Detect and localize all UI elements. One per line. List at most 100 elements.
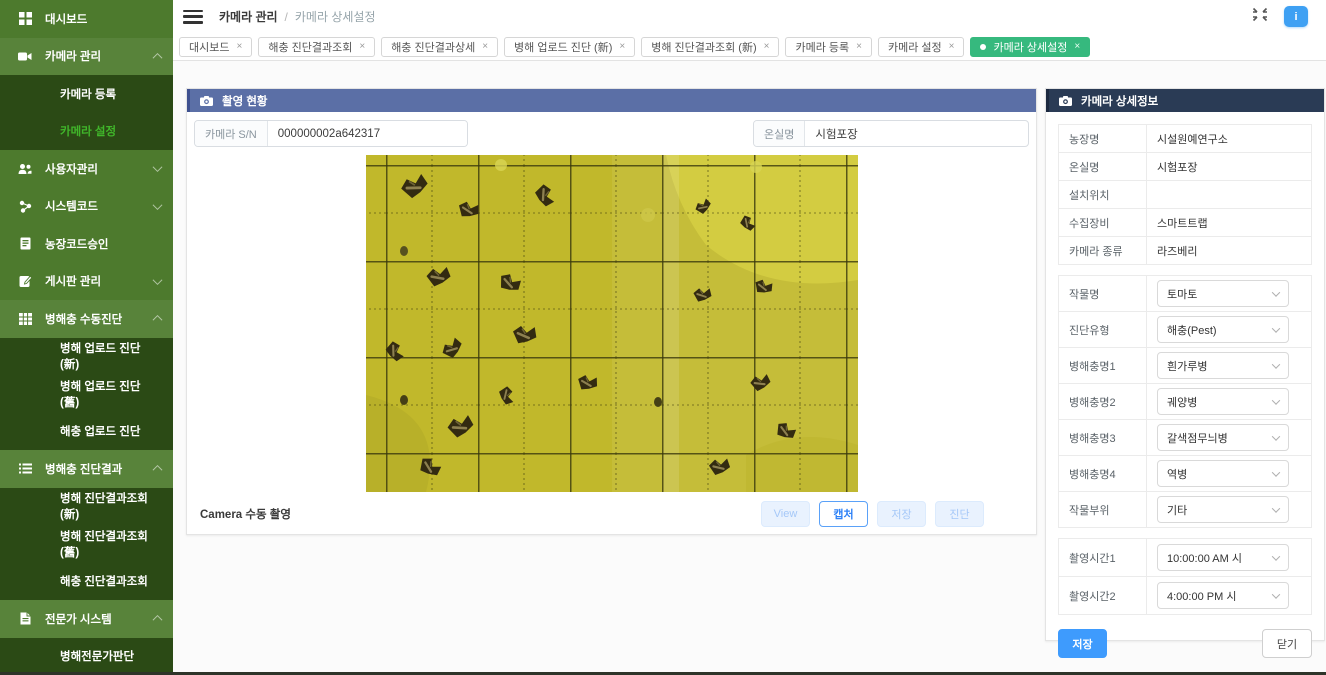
save-capture-button[interactable]: 저장 (877, 501, 926, 527)
sidebar-item-label: 카메라 관리 (45, 48, 101, 64)
message-notification-icon[interactable]: i (1284, 6, 1308, 27)
row-label: 작물부위 (1059, 492, 1147, 527)
camera-sn-input[interactable] (268, 121, 467, 146)
sidebar-item-label: 병해 진단결과조회 (舊) (60, 528, 161, 560)
sidebar-item-disease-upload-new[interactable]: 병해 업로드 진단 (新) (0, 338, 173, 376)
crop-part-select[interactable]: 기타 (1157, 496, 1289, 523)
table-row: 촬영시간2 4:00:00 PM 시 (1059, 577, 1311, 615)
diagnose-button[interactable]: 진단 (935, 501, 984, 527)
tab-disease-result-new[interactable]: 병해 진단결과조회 (新) × (641, 37, 779, 57)
pest-name-1-select[interactable]: 흰가루병 (1157, 352, 1289, 379)
sidebar-item-user-management[interactable]: 사용자관리 (0, 150, 173, 188)
tab-dashboard[interactable]: 대시보드 × (179, 37, 252, 57)
view-button[interactable]: View (761, 501, 810, 527)
select-value: 궤양병 (1167, 394, 1197, 410)
select-value: 갈색점무늬병 (1167, 430, 1228, 446)
sidebar-item-camera-management[interactable]: 카메라 관리 (0, 38, 173, 76)
camera-icon (200, 96, 213, 106)
tab-close-icon[interactable]: × (236, 41, 242, 52)
tab-camera-register[interactable]: 카메라 등록 × (785, 37, 872, 57)
table-row: 작물명 토마토 (1059, 276, 1311, 312)
pest-name-4-select[interactable]: 역병 (1157, 460, 1289, 487)
capture-time-1-select[interactable]: 10:00:00 AM 시 (1157, 544, 1289, 571)
pest-name-3-select[interactable]: 갈색점무늬병 (1157, 424, 1289, 451)
chevron-down-icon (1272, 590, 1280, 598)
row-label: 카메라 종류 (1059, 237, 1147, 264)
select-value: 역병 (1167, 466, 1187, 482)
sidebar-item-camera-settings[interactable]: 카메라 설정 (0, 113, 173, 151)
dashboard-icon (18, 12, 32, 26)
row-value: 스마트트랩 (1147, 215, 1218, 231)
tab-close-icon[interactable]: × (856, 41, 862, 52)
tab-close-icon[interactable]: × (482, 41, 488, 52)
tab-pest-result-list[interactable]: 해충 진단결과조회 × (258, 37, 375, 57)
capture-time-2-select[interactable]: 4:00:00 PM 시 (1157, 582, 1289, 609)
sidebar-item-manual-diagnosis[interactable]: 병해충 수동진단 (0, 300, 173, 338)
top-bar: 카메라 관리 / 카메라 상세설정 i (173, 0, 1326, 33)
select-value: 해충(Pest) (1167, 322, 1217, 338)
sidebar-item-label: 전문가 시스템 (45, 611, 112, 627)
tab-close-icon[interactable]: × (764, 41, 770, 52)
tab-label: 카메라 설정 (888, 39, 942, 55)
sidebar-item-expert-system[interactable]: 전문가 시스템 (0, 600, 173, 638)
row-label: 촬영시간2 (1059, 577, 1147, 614)
row-label: 작물명 (1059, 276, 1147, 311)
chevron-down-icon (1272, 396, 1280, 404)
board-icon (18, 274, 32, 288)
breadcrumb-separator: / (285, 10, 288, 24)
row-label: 진단유형 (1059, 312, 1147, 347)
greenhouse-input[interactable] (805, 121, 1021, 146)
users-icon (18, 162, 32, 176)
sidebar-item-label: 카메라 등록 (60, 86, 116, 102)
menu-toggle-icon[interactable] (183, 10, 203, 24)
sidebar-item-pest-upload[interactable]: 해충 업로드 진단 (0, 413, 173, 451)
camera-settings-table: 작물명 토마토 진단유형 해충(Pest) 병해충명1 흰가루병 병해충명2 궤… (1058, 275, 1312, 528)
sidebar-item-camera-register[interactable]: 카메라 등록 (0, 75, 173, 113)
chevron-down-icon (1272, 288, 1280, 296)
panel-title: 촬영 현황 (222, 93, 268, 109)
capture-status-header: 촬영 현황 (187, 89, 1036, 112)
close-button[interactable]: 닫기 (1262, 629, 1312, 658)
tab-close-icon[interactable]: × (359, 41, 365, 52)
active-tab-dot-icon (980, 44, 986, 50)
tab-camera-settings[interactable]: 카메라 설정 × (878, 37, 965, 57)
crop-name-select[interactable]: 토마토 (1157, 280, 1289, 307)
sidebar-item-disease-result-new[interactable]: 병해 진단결과조회 (新) (0, 488, 173, 526)
sidebar-item-bulletin-board[interactable]: 게시판 관리 (0, 263, 173, 301)
chevron-down-icon (153, 200, 163, 210)
capture-time-table: 촬영시간1 10:00:00 AM 시 촬영시간2 4:00:00 PM 시 (1058, 538, 1312, 615)
sidebar-item-dashboard[interactable]: 대시보드 (0, 0, 173, 38)
tab-label: 병해 진단결과조회 (新) (651, 39, 756, 55)
row-label: 병해충명2 (1059, 384, 1147, 419)
breadcrumb-section: 카메라 관리 (219, 8, 278, 25)
sidebar-item-label: 해충 진단결과조회 (60, 573, 148, 589)
row-label: 농장명 (1059, 125, 1147, 152)
camera-detail-header: 카메라 상세정보 (1046, 89, 1324, 112)
sidebar-item-disease-upload-old[interactable]: 병해 업로드 진단 (舊) (0, 375, 173, 413)
tab-camera-detail-settings[interactable]: 카메라 상세설정 × (970, 37, 1090, 57)
camera-sn-group: 카메라 S/N (194, 120, 468, 147)
trap-capture-image (194, 155, 1029, 492)
tab-close-icon[interactable]: × (1074, 41, 1080, 52)
tab-disease-upload-new[interactable]: 병해 업로드 진단 (新) × (504, 37, 635, 57)
sidebar-item-diagnosis-results[interactable]: 병해충 진단결과 (0, 450, 173, 488)
tab-close-icon[interactable]: × (949, 41, 955, 52)
select-value: 4:00:00 PM 시 (1167, 588, 1236, 604)
row-value: 시험포장 (1147, 159, 1207, 175)
pest-name-2-select[interactable]: 궤양병 (1157, 388, 1289, 415)
tab-pest-result-detail[interactable]: 해충 진단결과상세 × (381, 37, 498, 57)
capture-button[interactable]: 캡처 (819, 501, 868, 527)
sidebar-item-system-code[interactable]: 시스템코드 (0, 188, 173, 226)
tab-close-icon[interactable]: × (619, 41, 625, 52)
chevron-down-icon (1272, 468, 1280, 476)
sidebar: 대시보드 카메라 관리 카메라 등록 카메라 설정 사용자관리 (0, 0, 173, 675)
save-button[interactable]: 저장 (1058, 629, 1107, 658)
row-label: 병해충명3 (1059, 420, 1147, 455)
camera-info-table: 농장명시설원예연구소 온실명시험포장 설치위치 수집장비스마트트랩 카메라 종류… (1058, 124, 1312, 265)
diagnosis-type-select[interactable]: 해충(Pest) (1157, 316, 1289, 343)
sidebar-item-farm-code-approval[interactable]: 농장코드승인 (0, 225, 173, 263)
sidebar-item-pest-result[interactable]: 해충 진단결과조회 (0, 563, 173, 601)
sidebar-item-disease-expert-judgment[interactable]: 병해전문가판단 (0, 638, 173, 675)
fullscreen-icon[interactable] (1252, 7, 1268, 27)
sidebar-item-disease-result-old[interactable]: 병해 진단결과조회 (舊) (0, 525, 173, 563)
